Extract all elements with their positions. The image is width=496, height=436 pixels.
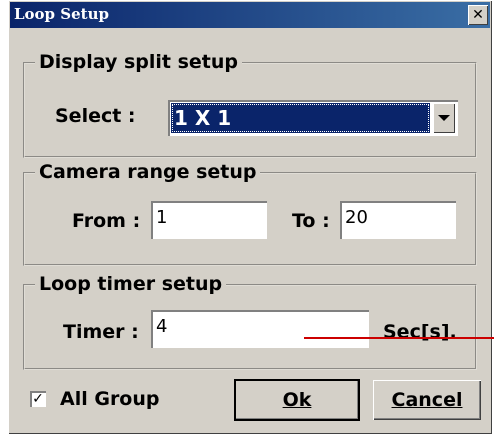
split-select-value: 1 X 1 [171, 103, 430, 133]
display-split-legend: Display split setup [35, 51, 242, 73]
loop-timer-legend: Loop timer setup [35, 273, 227, 295]
display-split-group: Display split setup Select : 1 X 1 [23, 51, 477, 158]
close-button[interactable]: ✕ [468, 5, 488, 25]
split-select[interactable]: 1 X 1 [168, 100, 458, 136]
window-title: Loop Setup [14, 5, 109, 23]
chevron-down-icon [438, 115, 450, 121]
close-icon: ✕ [472, 7, 484, 23]
cancel-button[interactable]: Cancel [373, 380, 481, 420]
from-label: From : [72, 210, 141, 232]
timer-unit-label: Sec[s]. [383, 321, 457, 343]
camera-range-legend: Camera range setup [35, 161, 261, 183]
from-field[interactable]: 1 [151, 201, 267, 239]
camera-range-group: Camera range setup From : 1 To : 20 [23, 161, 477, 266]
split-select-dropdown-button[interactable] [433, 103, 455, 133]
to-field[interactable]: 20 [340, 201, 456, 239]
ok-button[interactable]: Ok [234, 379, 360, 421]
timer-field[interactable]: 4 [151, 310, 369, 348]
timer-label: Timer : [63, 321, 139, 343]
select-label: Select : [55, 105, 136, 127]
annotation-line [304, 337, 494, 339]
all-group-label[interactable]: All Group [60, 388, 160, 410]
loop-timer-group: Loop timer setup Timer : 4 Sec[s]. [23, 273, 477, 370]
checkmark-icon: ✓ [32, 391, 44, 407]
all-group-checkbox[interactable]: ✓ [30, 391, 46, 407]
to-label: To : [292, 210, 330, 232]
title-bar[interactable]: Loop Setup ✕ [10, 2, 490, 28]
loop-setup-dialog: Loop Setup ✕ Display split setup Select … [8, 0, 492, 434]
